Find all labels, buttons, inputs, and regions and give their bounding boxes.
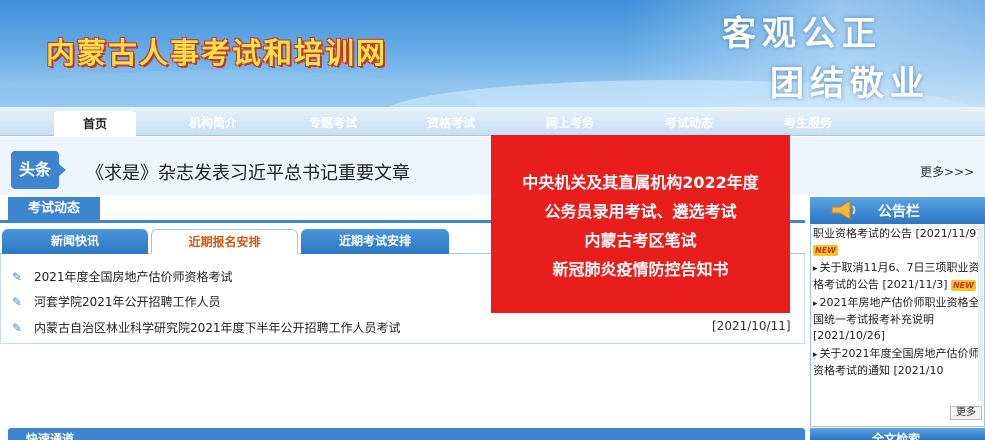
pencil-icon: ✎ (12, 295, 23, 309)
notice-line: 公务员录用考试、遴选考试 (544, 202, 737, 221)
notice-line: 内蒙古考区笔试 (584, 231, 697, 250)
list-item-text[interactable]: 河套学院2021年公开招聘工作人员 (34, 295, 221, 309)
nav-item-qualification-exams[interactable]: 资格考试 (408, 112, 494, 134)
new-badge: NEW (950, 280, 976, 291)
bulletin-item[interactable]: 职业资格考试的公告 [2021/11/9] NEW (813, 226, 983, 258)
exam-news-title: 考试动态 (8, 197, 100, 221)
bulletin-scrollbar[interactable] (978, 226, 983, 401)
tab-news-flash[interactable]: 新闻快讯 (2, 229, 148, 254)
list-item[interactable]: ✎ 河套学院2021年公开招聘工作人员 (12, 293, 221, 310)
headline-tag: 头条 (11, 151, 66, 189)
new-badge: NEW (813, 245, 838, 256)
nav-item-online-affairs[interactable]: 网上考务 (527, 112, 613, 134)
bulletin-item[interactable]: ▸ 关于取消11月6、7日三项职业资格考试的公告 [2021/11/3] NEW (813, 260, 983, 293)
arrow-right-icon: ▸ (813, 350, 818, 360)
bulletin-item[interactable]: ▸ 关于2021年度全国房地产估价师资格考试的通知 [2021/10 (813, 346, 983, 379)
quick-access-header (8, 428, 805, 440)
motto-line-2: 团结敬业 (770, 64, 930, 104)
quick-access-title: 快速通道 (26, 432, 75, 440)
headline-more-link[interactable]: 更多>>> (920, 163, 974, 180)
tab-registration-schedule[interactable]: 近期报名安排 (151, 229, 298, 254)
bulletin-item[interactable]: ▸ 2021年房地产估价师职业资格全国统一考试报考补充说明 [2021/10/26… (813, 295, 983, 344)
nav-item-exam-news[interactable]: 考试动态 (646, 112, 732, 134)
nav-item-about[interactable]: 机构简介 (170, 112, 256, 134)
nav-item-candidate-service[interactable]: 考生服务 (765, 112, 851, 134)
bulletin-more-button[interactable]: 更多 (950, 406, 982, 420)
list-item-text[interactable]: 2021年度全国房地产估价师资格考试 (34, 270, 233, 284)
list-item[interactable]: ✎ 2021年度全国房地产估价师资格考试 (12, 268, 233, 285)
arrow-right-icon: ▸ (813, 299, 818, 309)
list-item[interactable]: ✎ 内蒙古自治区林业科学研究院2021年度下半年公开招聘工作人员考试 (12, 319, 401, 336)
bulletin-title: 公告栏 (878, 204, 920, 220)
list-item-text[interactable]: 内蒙古自治区林业科学研究院2021年度下半年公开招聘工作人员考试 (34, 321, 401, 335)
nav-item-special-exams[interactable]: 专题考试 (290, 112, 376, 134)
arrow-right-icon: ▸ (813, 264, 818, 274)
bulletin-item-text[interactable]: 关于2021年度全国房地产估价师资格考试的通知 [2021/10 (813, 347, 980, 377)
notice-line: 新冠肺炎疫情防控告知书 (552, 260, 729, 279)
list-item-date: [2021/10/11] (712, 319, 791, 333)
headline-link[interactable]: 《求是》杂志发表习近平总书记重要文章 (86, 159, 410, 185)
motto-line-1: 客观公正 (722, 14, 882, 54)
megaphone-icon (831, 200, 856, 220)
site-title[interactable]: 内蒙古人事考试和培训网 (46, 30, 387, 72)
bulletin-item-text[interactable]: 职业资格考试的公告 [2021/11/9] (813, 227, 980, 240)
nav-item-home[interactable]: 首页 (54, 111, 136, 137)
pencil-icon: ✎ (12, 321, 23, 335)
pencil-icon: ✎ (12, 270, 23, 284)
search-title: 全文检索 (872, 432, 921, 440)
epidemic-notice-banner[interactable]: 中央机关及其直属机构2022年度 公务员录用考试、遴选考试 内蒙古考区笔试 新冠… (491, 135, 790, 313)
main-nav: 首页 机构简介 专题考试 资格考试 网上考务 考试动态 考生服务 (0, 107, 985, 137)
bulletin-list: 职业资格考试的公告 [2021/11/9] NEW ▸ 关于取消11月6、7日三项… (813, 226, 983, 403)
tab-exam-schedule[interactable]: 近期考试安排 (301, 229, 449, 254)
notice-line: 中央机关及其直属机构2022年度 (522, 173, 759, 192)
bulletin-item-text[interactable]: 2021年房地产估价师职业资格全国统一考试报考补充说明 [2021/10/26] (813, 296, 980, 342)
